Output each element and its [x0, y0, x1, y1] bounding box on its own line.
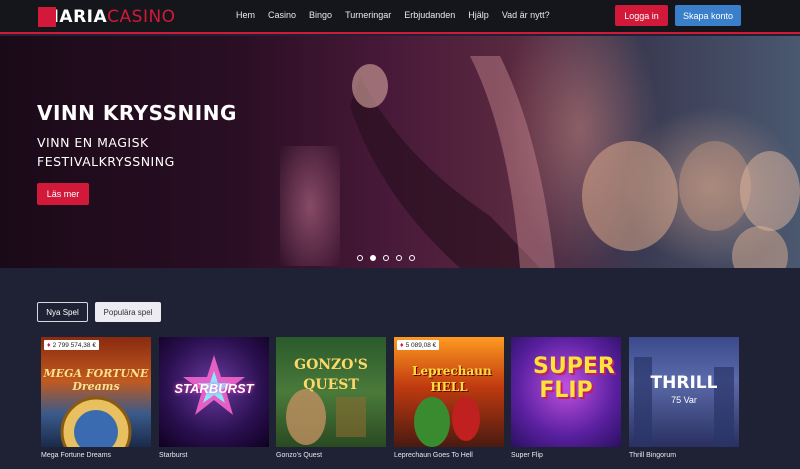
jackpot-amount: 2 799 574,38 € [52, 341, 96, 349]
hero-banner: VINN KRYSSNING VINN EN MAGISK FESTIVALKR… [0, 36, 800, 268]
carousel-dot-1[interactable] [357, 255, 363, 261]
hero-title: VINN KRYSSNING [37, 101, 237, 125]
signup-button[interactable]: Skapa konto [675, 5, 741, 26]
carousel-dot-2[interactable] [370, 255, 376, 261]
game-art-title: STARBURST [174, 381, 254, 396]
game-name-label[interactable]: Thrill Bingorum [629, 452, 676, 459]
nav-item-vad-ar-nytt[interactable]: Vad är nytt? [502, 10, 550, 20]
login-button[interactable]: Logga in [615, 5, 668, 26]
hero-subtitle: VINN EN MAGISK FESTIVALKRYSSNING [37, 135, 175, 169]
nav-item-casino[interactable]: Casino [268, 10, 296, 20]
game-tile-gonzos-quest[interactable]: GONZO'S QUEST [276, 337, 386, 447]
game-art-title: GONZO'S QUEST [294, 357, 368, 393]
game-tile-leprechaun-goes-to-hell[interactable]: ♦ 5 089,08 € Leprechaun HELL [394, 337, 504, 447]
game-art-title: SUPER FLIP [533, 354, 615, 403]
carousel-dots [357, 255, 415, 261]
game-tile-mega-fortune-dreams[interactable]: ♦ 2 799 574,38 € MEGA FORTUNE Dreams [41, 337, 151, 447]
nav-item-hjalp[interactable]: Hjälp [468, 10, 489, 20]
nav-item-turneringar[interactable]: Turneringar [345, 10, 391, 20]
carousel-dot-5[interactable] [409, 255, 415, 261]
carousel-dot-3[interactable] [383, 255, 389, 261]
main-nav: Hem Casino Bingo Turneringar Erbjudanden… [236, 10, 563, 20]
game-name-label[interactable]: Super Flip [511, 452, 543, 459]
tab-new-games[interactable]: Nya Spel [37, 302, 88, 322]
hero-image-decor [280, 146, 340, 266]
tab-popular-games[interactable]: Populära spel [95, 302, 161, 322]
logo-mark-icon [38, 7, 56, 27]
game-art-title: Leprechaun HELL [412, 364, 492, 394]
jackpot-badge: ♦ 2 799 574,38 € [44, 340, 99, 350]
hero-read-more-button[interactable]: Läs mer [37, 183, 89, 205]
maria-casino-logo[interactable]: MARIACASINO [38, 6, 176, 28]
game-tile-starburst[interactable]: STARBURST [159, 337, 269, 447]
logo-casino-text: CASINO [107, 7, 176, 27]
game-art-title: MEGA FORTUNE Dreams [43, 367, 149, 393]
jackpot-amount: 5 089,08 € [405, 341, 437, 349]
game-tile-thrill-bingorum[interactable]: THRILL 75 Var [629, 337, 739, 447]
game-art-title: THRILL [650, 373, 718, 393]
game-art-subtitle: 75 Var [671, 395, 697, 405]
nav-item-hem[interactable]: Hem [236, 10, 255, 20]
diamond-icon: ♦ [47, 341, 51, 349]
top-header: MARIACASINO Hem Casino Bingo Turneringar… [0, 0, 800, 34]
hero-photo-silhouettes [350, 56, 800, 268]
game-name-label[interactable]: Gonzo's Quest [276, 452, 322, 459]
nav-item-erbjudanden[interactable]: Erbjudanden [404, 10, 455, 20]
diamond-icon: ♦ [400, 341, 404, 349]
game-name-label[interactable]: Leprechaun Goes To Hell [394, 452, 473, 459]
carousel-dot-4[interactable] [396, 255, 402, 261]
game-name-label[interactable]: Mega Fortune Dreams [41, 452, 111, 459]
jackpot-badge: ♦ 5 089,08 € [397, 340, 440, 350]
nav-item-bingo[interactable]: Bingo [309, 10, 332, 20]
game-tile-super-flip[interactable]: SUPER FLIP [511, 337, 621, 447]
game-name-label[interactable]: Starburst [159, 452, 187, 459]
